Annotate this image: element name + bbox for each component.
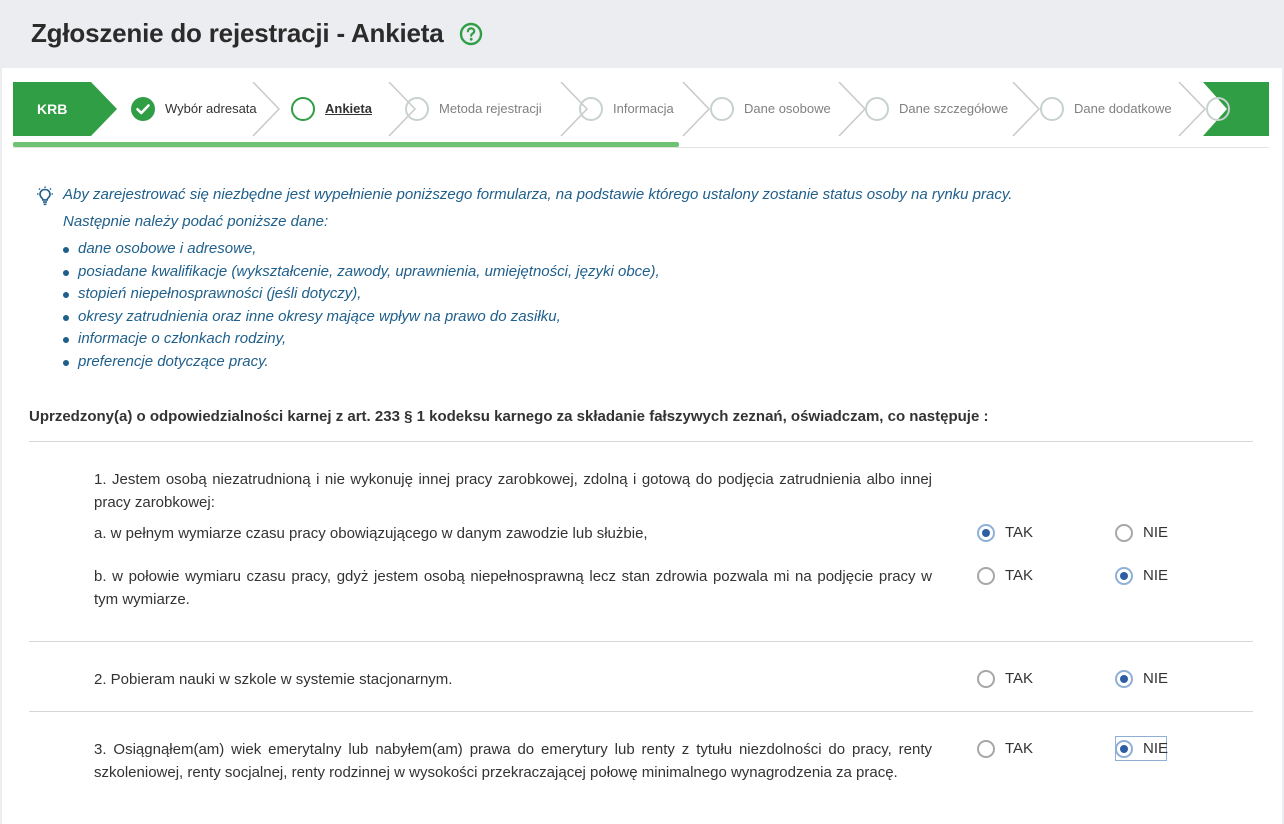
divider [29, 641, 1253, 642]
step-pending-circle-icon [1040, 97, 1064, 121]
q1a-tak-radio[interactable] [977, 524, 995, 542]
step-krb[interactable]: KRB [13, 82, 123, 136]
q2-tak-radio[interactable] [977, 670, 995, 688]
step-krb-label: KRB [37, 101, 68, 117]
q3-nie-radio[interactable] [1115, 740, 1133, 758]
q3-nie-label[interactable]: NIE [1143, 740, 1168, 757]
step-label: Informacja [613, 101, 674, 116]
check-circle-icon [131, 97, 155, 121]
q2-tak-label[interactable]: TAK [1005, 670, 1033, 687]
step-dane-osobowe[interactable]: Dane osobowe [710, 82, 844, 136]
info-list-item: dane osobowe i adresowe, [78, 240, 257, 257]
bullet-icon [63, 337, 69, 343]
q3-tak-label[interactable]: TAK [1005, 740, 1033, 757]
divider [29, 441, 1253, 442]
step-wybor-adresata[interactable]: Wybór adresata [125, 82, 261, 136]
question-1b-text: b. w połowie wymiaru czasu pracy, gdyż j… [94, 568, 932, 608]
step-informacja[interactable]: Informacja [579, 82, 689, 136]
step-metoda-rejestracji[interactable]: Metoda rejestracji [405, 82, 565, 136]
step-dane-dodatkowe[interactable]: Dane dodatkowe [1040, 82, 1180, 136]
step-ankieta[interactable]: Ankieta [283, 82, 393, 136]
question-2-text: 2. Pobieram nauki w szkole w systemie st… [94, 671, 453, 688]
q1a-nie-label[interactable]: NIE [1143, 524, 1168, 541]
info-list-item: okresy zatrudnienia oraz inne okresy maj… [78, 308, 561, 325]
step-label: Dane dodatkowe [1074, 101, 1172, 116]
page-header: Zgłoszenie do rejestracji - Ankieta [0, 0, 1284, 68]
info-list-item: stopień niepełnosprawności (jeśli dotycz… [78, 285, 362, 302]
step-label: Dane osobowe [744, 101, 831, 116]
step-pending-circle-icon [579, 97, 603, 121]
q2-nie-label[interactable]: NIE [1143, 670, 1168, 687]
step-dane-szczegolowe[interactable]: Dane szczegółowe [865, 82, 1015, 136]
divider [29, 711, 1253, 712]
step-label: Wybór adresata [165, 101, 257, 116]
form-panel: KRB Wybór adresata Ankieta Metoda rejest… [2, 68, 1282, 824]
step-label: Metoda rejestracji [439, 101, 542, 116]
divider [13, 147, 1269, 148]
step-pending-circle-icon [710, 97, 734, 121]
q1b-tak-radio[interactable] [977, 567, 995, 585]
lightbulb-icon [37, 186, 53, 206]
bullet-icon [63, 270, 69, 276]
step-pending-circle-icon [405, 97, 429, 121]
question-1a-text: a. w pełnym wymiarze czasu pracy obowiąz… [94, 525, 648, 542]
bullet-icon [63, 247, 69, 253]
step-label: Ankieta [325, 101, 372, 116]
page-title: Zgłoszenie do rejestracji - Ankieta [31, 18, 444, 48]
bullet-icon [63, 360, 69, 366]
q1b-tak-label[interactable]: TAK [1005, 567, 1033, 584]
q3-tak-radio[interactable] [977, 740, 995, 758]
question-3-text: 3. Osiągnąłem(am) wiek emerytalny lub na… [94, 741, 932, 781]
info-list-item: informacje o członkach rodziny, [78, 330, 287, 347]
step-current-circle-icon [291, 97, 315, 121]
q1a-tak-label[interactable]: TAK [1005, 524, 1033, 541]
declaration-text: Uprzedzony(a) o odpowiedzialności karnej… [29, 408, 989, 425]
q1b-nie-radio[interactable] [1115, 567, 1133, 585]
help-icon[interactable] [459, 22, 483, 46]
info-list-item: preferencje dotyczące pracy. [78, 353, 269, 370]
question-1-text: 1. Jestem osobą niezatrudnioną i nie wyk… [94, 471, 932, 511]
info-lead: Następnie należy podać poniższe dane: [63, 213, 329, 230]
step-label: Dane szczegółowe [899, 101, 1009, 116]
step-pending-circle-icon [865, 97, 889, 121]
registration-stepper: KRB Wybór adresata Ankieta Metoda rejest… [13, 82, 1269, 136]
q2-nie-radio[interactable] [1115, 670, 1133, 688]
q1a-nie-radio[interactable] [1115, 524, 1133, 542]
q1b-nie-label[interactable]: NIE [1143, 567, 1168, 584]
info-list-item: posiadane kwalifikacje (wykształcenie, z… [78, 263, 660, 280]
bullet-icon [63, 292, 69, 298]
info-intro: Aby zarejestrować się niezbędne jest wyp… [63, 186, 1013, 203]
bullet-icon [63, 315, 69, 321]
